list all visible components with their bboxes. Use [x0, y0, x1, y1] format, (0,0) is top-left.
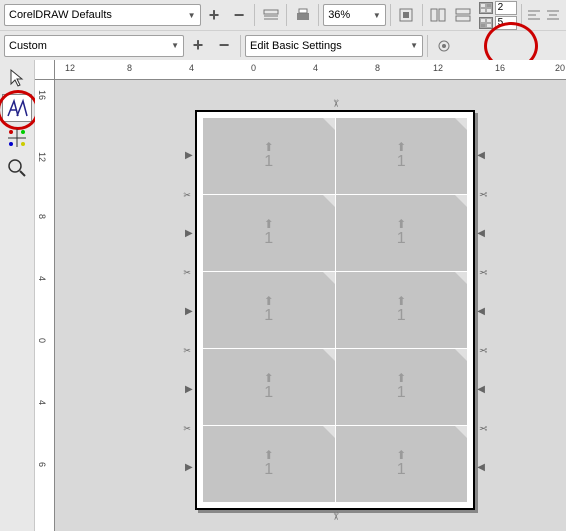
separator: [254, 4, 255, 26]
scissors-icon: ✂: [330, 99, 341, 107]
separator: [521, 4, 522, 26]
page[interactable]: ✂ ✂ ⬆1 ⬆1 ⬆1 ⬆1 ⬆1 ⬆1 ⬆1 ⬆1 ⬆1 ⬆1 ▶ ◀ ✂ …: [195, 110, 475, 510]
cell[interactable]: ⬆1: [336, 118, 468, 194]
align-center-icon[interactable]: [545, 3, 562, 27]
remove-preset-button[interactable]: −: [227, 3, 250, 27]
pick-tool[interactable]: [2, 64, 32, 92]
separator: [318, 4, 319, 26]
tri-right-icon: ▶: [185, 150, 193, 161]
tri-left-icon: ◀: [477, 384, 485, 395]
cell[interactable]: ⬆1: [203, 118, 335, 194]
zoom-tool[interactable]: [2, 154, 32, 182]
toolbar-1: CorelDRAW Defaults ▼ + − 36% ▼ 2 5: [0, 0, 566, 30]
canvas[interactable]: ✂ ✂ ⬆1 ⬆1 ⬆1 ⬆1 ⬆1 ⬆1 ⬆1 ⬆1 ⬆1 ⬆1 ▶ ◀ ✂ …: [55, 80, 566, 531]
scissors-icon: ✂: [479, 190, 487, 201]
toolbox: [0, 60, 35, 531]
add-label-button[interactable]: +: [186, 34, 210, 58]
separator: [390, 4, 391, 26]
cell[interactable]: ⬆1: [203, 426, 335, 502]
zoom-combo[interactable]: 36% ▼: [323, 4, 386, 26]
chevron-down-icon: ▼: [373, 11, 381, 20]
scissors-icon: ✂: [183, 191, 191, 201]
label-preset-value: Custom: [9, 40, 47, 52]
tri-right-icon: ▶: [185, 384, 193, 395]
scissors-icon: ✂: [479, 424, 487, 435]
imposition-tool-2-icon[interactable]: [452, 3, 475, 27]
chevron-down-icon: ▼: [171, 41, 179, 50]
scissors-icon: ✂: [183, 347, 191, 357]
tri-right-icon: ▶: [185, 462, 193, 473]
scissors-icon: ✂: [183, 269, 191, 279]
chevron-down-icon: ▼: [188, 11, 196, 20]
cell[interactable]: ⬆1: [336, 349, 468, 425]
settings-gear-icon[interactable]: [432, 34, 456, 58]
edit-settings-combo[interactable]: Edit Basic Settings ▼: [245, 35, 423, 57]
cell[interactable]: ⬆1: [336, 195, 468, 271]
chevron-down-icon: ▼: [410, 41, 418, 50]
edit-settings-value: Edit Basic Settings: [250, 40, 342, 52]
tri-left-icon: ◀: [477, 306, 485, 317]
rows-value[interactable]: 5: [495, 16, 517, 30]
cols-value[interactable]: 2: [495, 1, 517, 15]
separator: [427, 35, 428, 57]
cell[interactable]: ⬆1: [336, 272, 468, 348]
document-settings-icon[interactable]: [259, 3, 282, 27]
add-preset-button[interactable]: +: [203, 3, 226, 27]
rows-field[interactable]: 5: [479, 16, 517, 30]
full-screen-icon[interactable]: [395, 3, 418, 27]
imposition-grid: ⬆1 ⬆1 ⬆1 ⬆1 ⬆1 ⬆1 ⬆1 ⬆1 ⬆1 ⬆1: [203, 118, 467, 502]
remove-label-button[interactable]: −: [212, 34, 236, 58]
preset-value: CorelDRAW Defaults: [9, 9, 112, 21]
imposition-layout-tool[interactable]: [2, 94, 32, 122]
cols-field[interactable]: 2: [479, 1, 517, 15]
tri-right-icon: ▶: [185, 306, 193, 317]
separator: [422, 4, 423, 26]
preset-combo[interactable]: CorelDRAW Defaults ▼: [4, 4, 201, 26]
imposition-tool-icon[interactable]: [427, 3, 450, 27]
ruler-corner: [35, 60, 55, 80]
label-preset-combo[interactable]: Custom ▼: [4, 35, 184, 57]
scissors-icon: ✂: [479, 346, 487, 357]
cell[interactable]: ⬆1: [336, 426, 468, 502]
rulers-canvas: 12 8 4 0 4 8 12 16 20 16 12 8 4 0 4 6 ✂ …: [35, 60, 566, 531]
tri-left-icon: ◀: [477, 150, 485, 161]
cell[interactable]: ⬆1: [203, 195, 335, 271]
separator: [240, 35, 241, 57]
toolbar-2: Custom ▼ + − Edit Basic Settings ▼: [0, 30, 566, 60]
ruler-vertical[interactable]: 16 12 8 4 0 4 6: [35, 80, 55, 531]
tri-left-icon: ◀: [477, 228, 485, 239]
separator: [286, 4, 287, 26]
print-button[interactable]: [291, 3, 314, 27]
cell[interactable]: ⬆1: [203, 349, 335, 425]
marks-tool[interactable]: [2, 124, 32, 152]
align-left-icon[interactable]: [526, 3, 543, 27]
cell[interactable]: ⬆1: [203, 272, 335, 348]
scissors-icon: ✂: [479, 268, 487, 279]
tri-right-icon: ▶: [185, 228, 193, 239]
scissors-icon: ✂: [330, 512, 341, 520]
ruler-horizontal[interactable]: 12 8 4 0 4 8 12 16 20: [55, 60, 566, 80]
rows-cols-group: 2 5: [479, 1, 517, 30]
scissors-icon: ✂: [183, 425, 191, 435]
zoom-value: 36%: [328, 9, 350, 21]
tri-left-icon: ◀: [477, 462, 485, 473]
